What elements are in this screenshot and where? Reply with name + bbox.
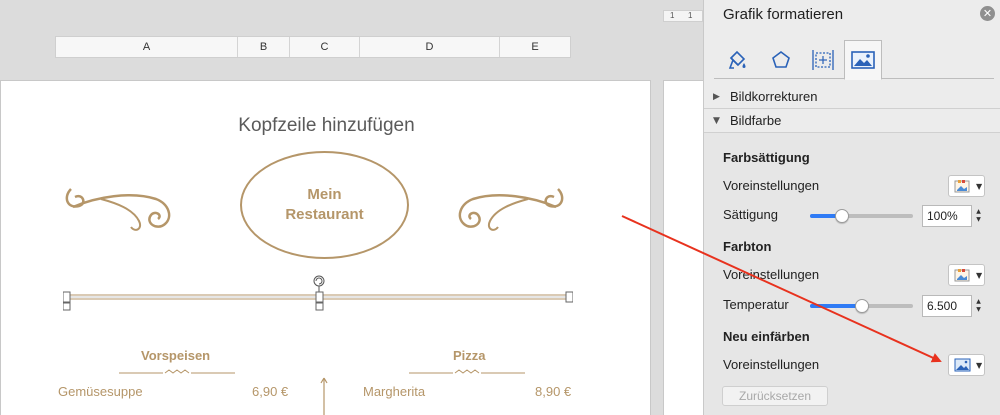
menu-heading-pizza: Pizza xyxy=(453,348,486,363)
chevron-down-icon: ▼ xyxy=(976,360,983,370)
close-panel-button[interactable]: ✕ xyxy=(980,6,995,21)
column-header-e[interactable]: E xyxy=(500,37,570,57)
format-picture-panel: Grafik formatieren ✕ ▶ Bildkorrekturen ▼… xyxy=(703,0,1000,415)
menu-heading-starters: Vorspeisen xyxy=(141,348,211,363)
saturation-input[interactable]: 100% xyxy=(922,205,972,227)
column-header-b[interactable]: B xyxy=(238,37,290,57)
tab-picture[interactable] xyxy=(844,40,882,80)
ruler-mark: 1 xyxy=(688,11,693,20)
picture-icon xyxy=(851,51,875,69)
ornament-divider-left xyxy=(119,369,235,374)
color-preset-icon xyxy=(954,180,970,193)
saturation-stepper[interactable]: 100% ▲ ▼ xyxy=(922,205,984,227)
temperature-slider[interactable] xyxy=(810,297,913,315)
reset-button[interactable]: Zurücksetzen xyxy=(722,386,828,406)
ruler-mark: 1 xyxy=(670,11,675,20)
slider-fill xyxy=(810,304,862,308)
column-header: A B C D E xyxy=(55,36,571,58)
column-header-d[interactable]: D xyxy=(360,37,500,57)
pentagon-icon xyxy=(772,50,790,68)
column-header-c[interactable]: C xyxy=(290,37,360,57)
saturation-label: Sättigung xyxy=(723,207,778,222)
panel-tabs xyxy=(714,40,994,80)
tone-presets-label: Voreinstellungen xyxy=(723,267,820,282)
ornament-divider-right xyxy=(409,369,525,374)
chevron-down-icon: ▼ xyxy=(976,181,983,191)
document-area: 1 1 A B C D E Kopfzeile hinzufügen Mein … xyxy=(0,0,703,415)
menu-item-price: 6,90 € xyxy=(252,384,289,399)
restaurant-logo[interactable]: Mein Restaurant xyxy=(240,151,409,259)
menu-item-name: Margherita xyxy=(363,384,426,399)
next-page xyxy=(663,80,703,415)
section-image-corrections[interactable]: ▶ Bildkorrekturen xyxy=(704,85,1000,109)
panel-title: Grafik formatieren xyxy=(723,6,844,23)
size-move-icon xyxy=(812,49,834,70)
tab-size-properties[interactable] xyxy=(804,40,842,79)
picture-icon xyxy=(954,358,971,372)
color-preset-icon xyxy=(954,269,970,282)
stepper-down-icon[interactable]: ▼ xyxy=(976,306,981,314)
chevron-down-icon: ▼ xyxy=(976,270,983,280)
recolor-title: Neu einfärben xyxy=(723,329,810,344)
saturation-presets-dropdown[interactable]: ▼ xyxy=(948,175,985,197)
tone-presets-dropdown[interactable]: ▼ xyxy=(948,264,985,286)
temperature-input[interactable]: 6.500 xyxy=(922,295,972,317)
stepper-up-icon[interactable]: ▲ xyxy=(976,208,981,216)
header-placeholder[interactable]: Kopfzeile hinzufügen xyxy=(1,115,652,137)
logo-line-2: Restaurant xyxy=(285,206,364,223)
tab-fill-line[interactable] xyxy=(718,40,756,79)
section-image-color[interactable]: ▼ Bildfarbe xyxy=(704,109,1000,133)
stepper-down-icon[interactable]: ▼ xyxy=(976,216,981,224)
center-ornament-stem xyxy=(320,377,328,415)
page: Kopfzeile hinzufügen Mein Restaurant Vor… xyxy=(0,80,651,415)
saturation-slider[interactable] xyxy=(810,207,913,225)
tone-title: Farbton xyxy=(723,239,772,254)
paint-bucket-icon xyxy=(728,50,746,69)
tab-effects[interactable] xyxy=(762,40,800,79)
stepper-up-icon[interactable]: ▲ xyxy=(976,298,981,306)
ruler: 1 1 xyxy=(663,10,703,22)
flourish-ornament-left xyxy=(65,188,171,231)
section-image-color-label: Bildfarbe xyxy=(730,113,782,128)
column-header-a[interactable]: A xyxy=(56,37,238,57)
collapse-triangle-icon: ▼ xyxy=(713,115,720,126)
saturation-title: Farbsättigung xyxy=(723,150,810,165)
temperature-label: Temperatur xyxy=(723,297,789,312)
logo-line-1: Mein xyxy=(307,186,342,203)
menu-item-price: 8,90 € xyxy=(535,384,572,399)
section-image-corrections-label: Bildkorrekturen xyxy=(730,89,818,104)
saturation-presets-label: Voreinstellungen xyxy=(723,178,820,193)
menu-item-name: Gemüsesuppe xyxy=(58,384,143,399)
temperature-stepper[interactable]: 6.500 ▲ ▼ xyxy=(922,295,984,317)
slider-knob[interactable] xyxy=(854,299,869,313)
recolor-presets-dropdown[interactable]: ▼ xyxy=(948,354,985,376)
expand-triangle-icon: ▶ xyxy=(713,91,720,102)
recolor-presets-label: Voreinstellungen xyxy=(723,357,820,372)
stepper-arrows[interactable]: ▲ ▼ xyxy=(973,295,984,317)
stepper-arrows[interactable]: ▲ ▼ xyxy=(973,205,984,227)
flourish-ornament-right xyxy=(458,188,564,231)
slider-knob[interactable] xyxy=(834,209,849,223)
selected-divider-line[interactable] xyxy=(63,275,573,315)
